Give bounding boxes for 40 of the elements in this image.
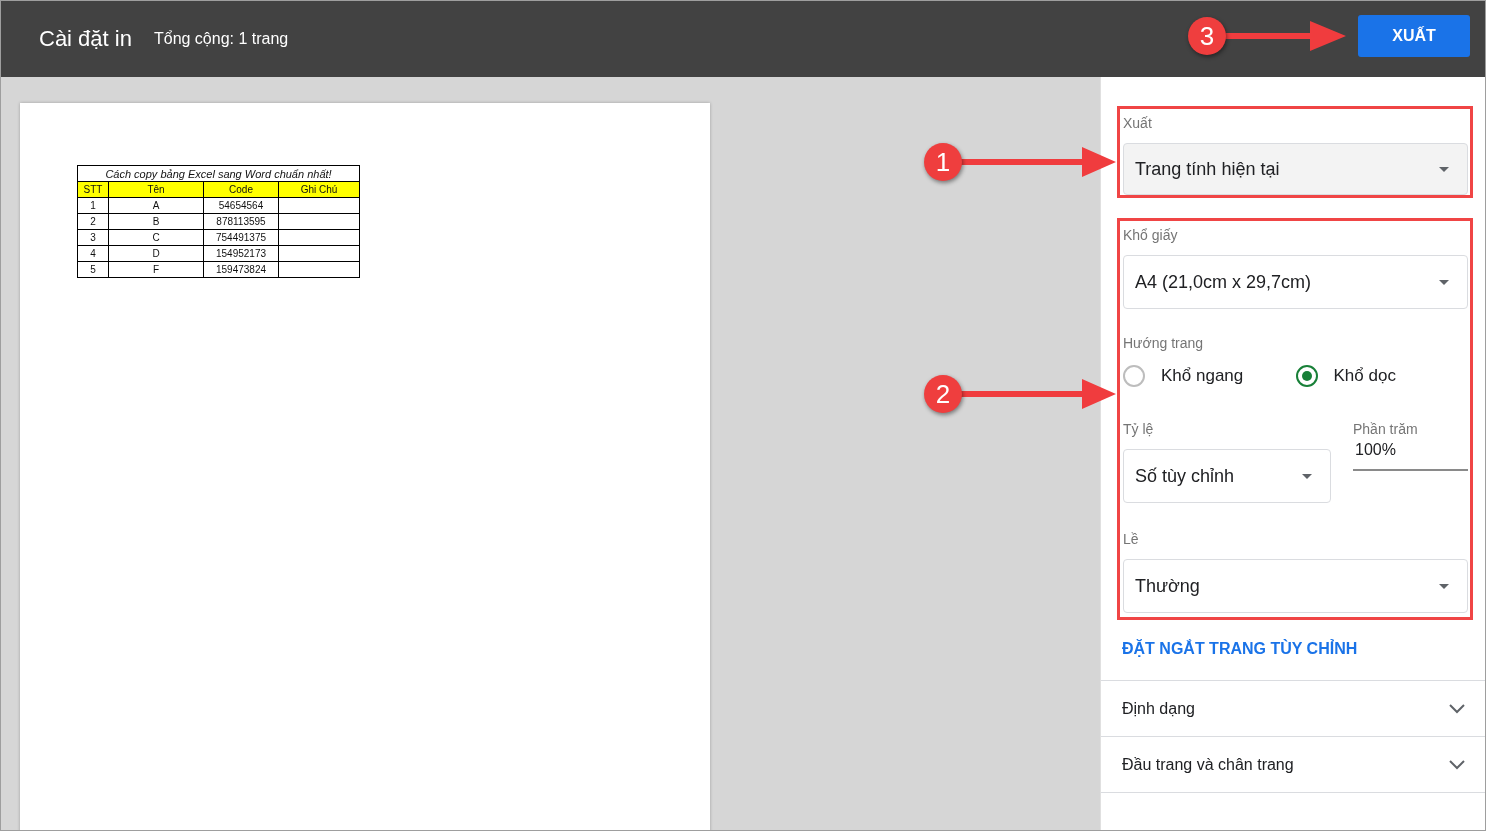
field-label: Khổ giấy	[1123, 227, 1179, 243]
field-label: Lề	[1123, 531, 1140, 547]
field-label: Xuất	[1123, 115, 1153, 131]
field-label: Phần trăm	[1353, 421, 1419, 437]
table-cell: 154952173	[203, 245, 279, 262]
field-label: Hướng trang	[1123, 335, 1205, 351]
table-cell: 1	[77, 197, 109, 214]
radio-option[interactable]: Khổ ngang	[1123, 365, 1296, 387]
caret-icon	[1302, 473, 1312, 479]
table-cell: C	[108, 229, 204, 246]
callout-badge: 3	[1188, 17, 1226, 55]
table-cell: B	[108, 213, 204, 230]
table-cell: F	[108, 261, 204, 278]
table-cell: 159473824	[203, 261, 279, 278]
radio-option[interactable]: Khổ dọc	[1295, 365, 1468, 387]
scale-dropdown[interactable]: Số tùy chỉnh	[1123, 449, 1331, 503]
table-cell: 54654564	[203, 197, 279, 214]
caret-icon	[1439, 583, 1449, 589]
table-cell: 5	[77, 261, 109, 278]
page-count: Tổng cộng: 1 trang	[153, 30, 289, 48]
table-cell: 878113595	[203, 213, 279, 230]
field-label: Tỷ lệ	[1123, 421, 1155, 437]
paper-size-dropdown[interactable]: A4 (21,0cm x 29,7cm)	[1123, 255, 1468, 309]
accordion-section[interactable]: Định dạng	[1101, 681, 1485, 737]
percent-field[interactable]: 100%	[1353, 437, 1468, 471]
export-button[interactable]: XUẤT	[1358, 15, 1470, 57]
table-cell: 2	[77, 213, 109, 230]
table-cell: D	[108, 245, 204, 262]
table-cell: 4	[77, 245, 109, 262]
caret-icon	[1439, 166, 1449, 172]
margins-dropdown[interactable]: Thường	[1123, 559, 1468, 613]
caret-icon	[1439, 279, 1449, 285]
table-cell: 3	[77, 229, 109, 246]
table-title: Cách copy bảng Excel sang Word chuẩn nhất!	[77, 165, 360, 182]
accordion-section[interactable]: Đầu trang và chân trang	[1101, 737, 1485, 793]
page-break-link[interactable]: ĐẶT NGẮT TRANG TÙY CHỈNH	[1122, 640, 1473, 658]
export-dropdown[interactable]: Trang tính hiện tại	[1123, 143, 1468, 195]
table-cell: 754491375	[203, 229, 279, 246]
window-title: Cài đặt in	[39, 26, 132, 52]
table-cell: A	[108, 197, 204, 214]
